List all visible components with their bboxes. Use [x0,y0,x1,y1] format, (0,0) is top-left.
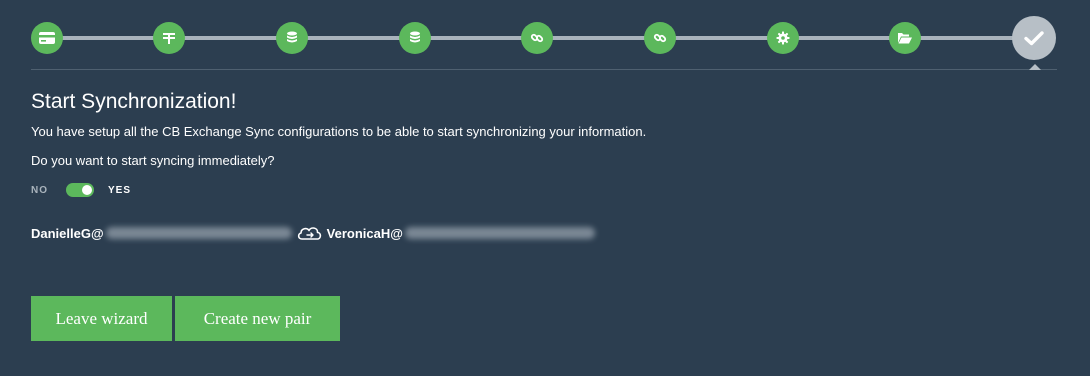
step-7[interactable] [767,22,799,54]
step-2[interactable] [153,22,185,54]
description-text: You have setup all the CB Exchange Sync … [31,124,647,139]
toggle-no-label: NO [31,184,48,196]
leave-wizard-button[interactable]: Leave wizard [31,296,172,341]
target-user: VeronicaH@ [326,225,403,241]
step-5[interactable] [521,22,553,54]
create-new-pair-button[interactable]: Create new pair [175,296,340,341]
link-icon [653,33,667,43]
sync-now-toggle[interactable] [66,183,94,197]
step-6[interactable] [644,22,676,54]
columns-icon [163,33,175,44]
database-icon [410,31,420,43]
step-8[interactable] [889,22,921,54]
step-4[interactable] [399,22,431,54]
database-icon [287,31,297,43]
step-3[interactable] [276,22,308,54]
toggle-yes-label: YES [108,184,132,196]
sync-question: Do you want to start syncing immediately… [31,153,275,168]
target-email-redacted [404,227,595,239]
wizard-stepper [31,16,1057,60]
sync-toggle-row: NO YES [31,181,131,199]
page-title: Start Synchronization! [31,90,237,113]
current-step-caret [1029,64,1041,70]
source-user: DanielleG@ [31,225,104,241]
link-icon [530,33,544,43]
sync-pair: DanielleG@ VeronicaH@ [31,222,595,244]
step-1[interactable] [31,22,63,54]
credit-card-icon [39,32,55,44]
step-9-current[interactable] [1012,16,1056,60]
wizard-page: Start Synchronization! You have setup al… [0,0,1090,376]
section-divider [31,69,1057,70]
cloud-sync-icon [296,224,324,242]
folder-open-icon [898,33,912,44]
source-email-redacted [105,227,292,239]
gear-icon [776,31,790,45]
toggle-knob [82,185,92,195]
check-icon [1024,31,1044,46]
